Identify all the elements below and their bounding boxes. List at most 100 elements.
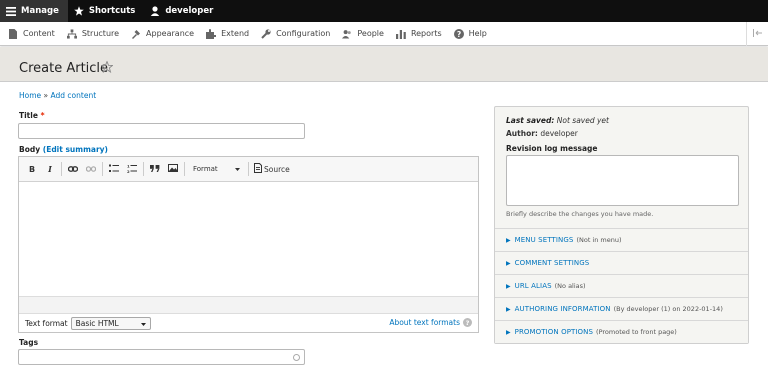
tray-item-configuration[interactable]: Configuration (255, 22, 336, 46)
body-label: Body (Edit summary) (19, 145, 108, 154)
text-format-label: Text format (25, 318, 68, 328)
bold-icon: B (28, 164, 36, 174)
revision-log-label: Revision log message (506, 144, 598, 153)
shortcuts-tab[interactable]: Shortcuts (68, 0, 144, 22)
revision-log-description: Briefly describe the changes you have ma… (506, 210, 654, 218)
tray-label: People (357, 29, 384, 38)
last-saved-value: Not saved yet (556, 116, 609, 125)
link-button[interactable] (64, 160, 82, 178)
tray-item-reports[interactable]: Reports (390, 22, 448, 46)
star-icon (74, 6, 84, 16)
triangle-right-icon: ▶ (506, 328, 511, 336)
people-icon (342, 29, 352, 39)
url-alias-section[interactable]: ▶ URL ALIAS (No alias) (495, 274, 748, 297)
section-note: (Promoted to front page) (596, 328, 677, 336)
help-circle-icon: ? (453, 28, 464, 39)
toolbar-separator (184, 162, 185, 176)
toolbar-separator (102, 162, 103, 176)
last-saved-row: Last saved: Not saved yet (506, 116, 737, 129)
breadcrumb-home-link[interactable]: Home (19, 91, 41, 100)
tray-label: Structure (81, 29, 120, 38)
tray-label: Reports (410, 29, 442, 38)
link-icon (67, 165, 79, 174)
tray-item-people[interactable]: People (336, 22, 390, 46)
configuration-icon (261, 28, 271, 39)
about-text-formats-label: About text formats (389, 318, 460, 327)
tags-label: Tags (19, 338, 39, 347)
page-title: Create Article (19, 61, 109, 76)
shortcut-star-icon[interactable] (100, 60, 114, 74)
tray-label: Configuration (276, 29, 331, 38)
meta-sidebar: Last saved: Not saved yet Author: develo… (494, 106, 749, 344)
blockquote-button[interactable] (146, 160, 164, 178)
tray-item-structure[interactable]: Structure (61, 22, 125, 46)
triangle-right-icon: ▶ (506, 282, 511, 290)
tray-item-appearance[interactable]: Appearance (125, 22, 200, 46)
title-input[interactable] (18, 123, 305, 139)
svg-text:?: ? (456, 29, 460, 38)
tray-label: Content (23, 29, 55, 38)
section-title: AUTHORING INFORMATION (514, 305, 611, 313)
image-button[interactable] (164, 160, 182, 178)
section-title: MENU SETTINGS (514, 236, 574, 244)
tray-label: Help (468, 29, 487, 38)
tray-orientation-toggle[interactable] (746, 22, 768, 46)
revision-log-textarea[interactable] (506, 155, 739, 206)
format-dropdown[interactable]: Format (190, 162, 243, 176)
page-title-region: Create Article (0, 47, 768, 82)
text-format-value: Basic HTML (75, 318, 119, 328)
meta-info: Last saved: Not saved yet Author: develo… (495, 107, 748, 142)
comment-settings-section[interactable]: ▶ COMMENT SETTINGS (495, 251, 748, 274)
section-note: (Not in menu) (576, 236, 622, 244)
about-text-formats-link[interactable]: About text formats ? (389, 318, 472, 327)
chevron-down-icon (235, 165, 240, 173)
breadcrumb-add-content-link[interactable]: Add content (51, 91, 97, 100)
bold-button[interactable]: B (23, 160, 41, 178)
last-saved-label: Last saved: (506, 116, 555, 125)
unlink-button[interactable] (82, 160, 100, 178)
autocomplete-icon (293, 354, 300, 361)
tray-item-extend[interactable]: Extend (200, 22, 255, 46)
tray-item-content[interactable]: Content (2, 22, 61, 46)
source-button[interactable]: Source (251, 160, 293, 178)
user-label: developer (165, 6, 214, 16)
promotion-options-section[interactable]: ▶ PROMOTION OPTIONS (Promoted to front p… (495, 320, 748, 343)
numbered-list-icon: 12 (127, 163, 137, 175)
format-label: Format (193, 165, 218, 173)
orientation-icon (752, 28, 763, 40)
breadcrumb-separator: » (43, 91, 49, 100)
admin-tray: Content Structure Appearance Extend Conf… (0, 22, 768, 46)
content-icon (8, 28, 18, 39)
author-label: Author: (506, 129, 538, 138)
italic-button[interactable]: I (41, 160, 59, 178)
title-label-text: Title (19, 111, 38, 120)
shortcuts-label: Shortcuts (88, 6, 136, 16)
tags-input[interactable] (18, 349, 305, 365)
text-format-wrapper: Text format Basic HTML About text format… (19, 313, 478, 332)
appearance-icon (131, 29, 141, 39)
reports-icon (395, 29, 406, 39)
title-label: Title * (19, 111, 45, 120)
image-icon (168, 164, 178, 174)
unlink-icon (85, 165, 97, 174)
section-note: (No alias) (554, 282, 586, 290)
svg-text:2: 2 (127, 169, 130, 173)
bulleted-list-button[interactable] (105, 160, 123, 178)
menu-icon (6, 6, 16, 16)
structure-icon (66, 28, 77, 39)
tray-item-help[interactable]: ? Help (448, 22, 493, 46)
numbered-list-button[interactable]: 12 (123, 160, 141, 178)
source-label: Source (264, 164, 290, 174)
user-tab[interactable]: developer (144, 0, 222, 22)
authoring-information-section[interactable]: ▶ AUTHORING INFORMATION (By developer (1… (495, 297, 748, 320)
editor-content-area[interactable] (19, 182, 478, 296)
text-format-select[interactable]: Basic HTML (70, 316, 151, 330)
bulleted-list-icon (109, 164, 119, 175)
menu-settings-section[interactable]: ▶ MENU SETTINGS (Not in menu) (495, 228, 748, 251)
manage-label: Manage (21, 6, 59, 16)
manage-tab[interactable]: Manage (0, 0, 68, 22)
body-label-text: Body (19, 145, 41, 154)
edit-summary-link[interactable]: (Edit summary) (43, 145, 108, 154)
editor-status-bar (19, 296, 478, 313)
chevron-down-icon (140, 319, 146, 328)
